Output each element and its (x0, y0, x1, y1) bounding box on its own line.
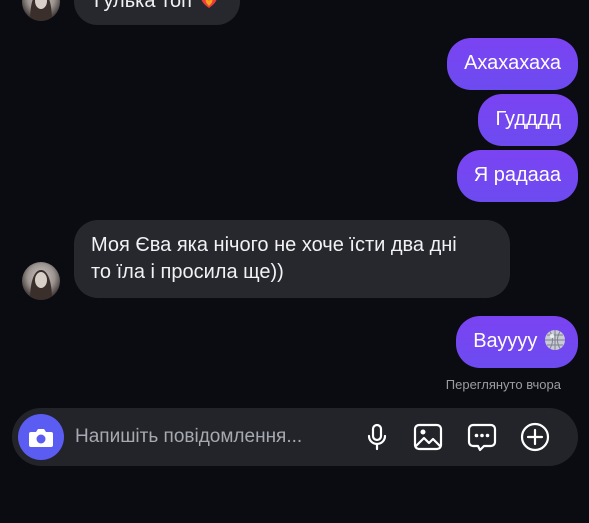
profile-photo (30, 270, 52, 300)
add-button[interactable] (519, 421, 551, 453)
message-text: Вауууу (473, 330, 538, 352)
camera-icon (29, 429, 53, 447)
heart-on-fire-emoji (202, 0, 217, 8)
chat-screen: Гулька топ Ахахахаха Гудддд Я радааа Моя… (0, 0, 589, 523)
gallery-button[interactable] (412, 421, 444, 453)
message-text: Ахахахаха (464, 52, 561, 74)
message-text: Гулька топ (94, 0, 192, 12)
seen-status: Переглянуто вчора (445, 377, 561, 392)
microphone-button[interactable] (361, 421, 393, 453)
microphone-icon (367, 423, 387, 451)
message-text: Гудддд (495, 108, 561, 130)
incoming-message-bubble[interactable]: Гулька топ (74, 0, 241, 25)
camera-button[interactable] (18, 414, 64, 460)
message-composer (12, 408, 578, 466)
message-input[interactable] (75, 408, 355, 466)
message-text-line: Моя Єва яка нічого не хоче їсти два дні (91, 234, 457, 256)
avatar[interactable] (22, 0, 60, 21)
plus-icon (520, 422, 550, 452)
incoming-message-bubble[interactable]: Моя Єва яка нічого не хоче їсти два дні … (74, 220, 510, 298)
disco-ball-emoji (545, 330, 565, 350)
outgoing-message-bubble[interactable]: Я радааа (456, 150, 578, 202)
outgoing-message-bubble[interactable]: Ахахахаха (447, 38, 578, 90)
gallery-icon (413, 423, 443, 451)
avatar[interactable] (22, 262, 60, 300)
profile-photo (30, 0, 52, 21)
sticker-button[interactable] (466, 421, 498, 453)
sticker-icon (467, 423, 497, 452)
message-text: Я радааа (473, 164, 561, 186)
outgoing-message-bubble[interactable]: Гудддд (478, 94, 578, 146)
message-text-line: то їла і просила ще)) (91, 261, 284, 283)
outgoing-message-bubble[interactable]: Вауууу (456, 316, 578, 368)
